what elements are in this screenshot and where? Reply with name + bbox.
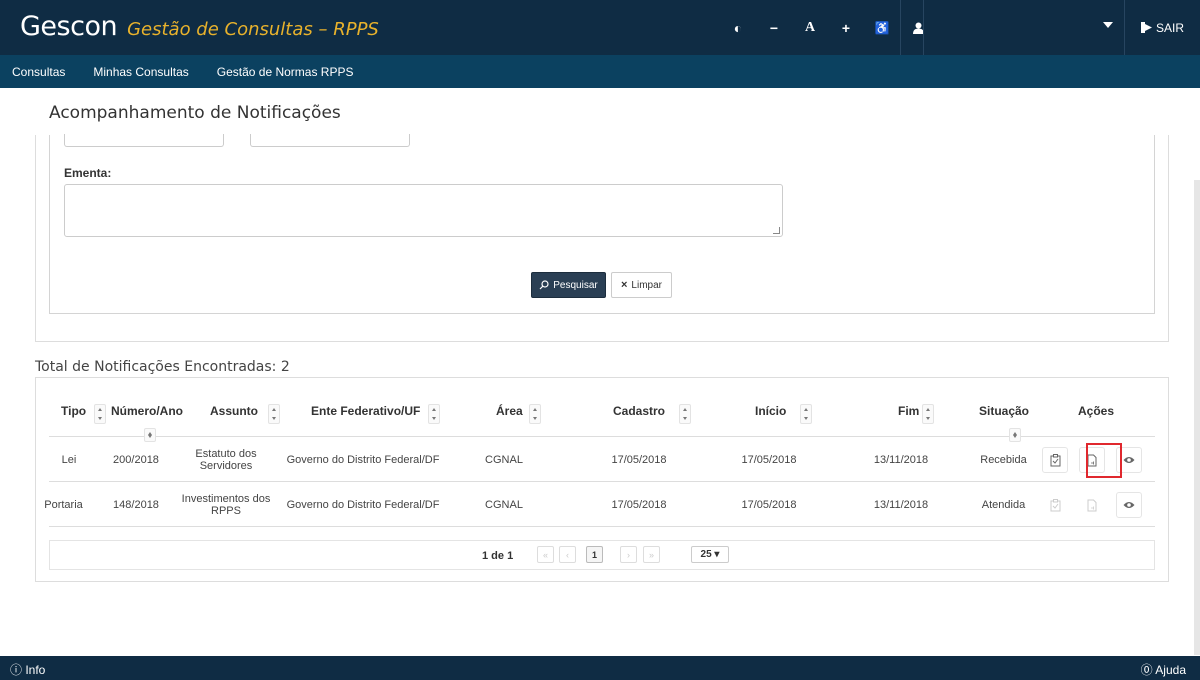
cell-numero: 148/2018 (113, 498, 159, 511)
col-assunto[interactable]: Assunto (210, 404, 258, 418)
pagination: 1 de 1 « ‹ 1 › » 25 ▾ (49, 540, 1155, 570)
first-page-icon: « (537, 546, 554, 563)
logout-button[interactable]: SAIR (1124, 0, 1200, 55)
search-button[interactable]: Pesquisar (531, 272, 606, 298)
resize-handle[interactable] (773, 227, 780, 234)
highlight-box (1086, 443, 1122, 478)
table-row: Portaria 148/2018 Investimentos dos RPPS… (44, 482, 1155, 527)
chevron-down-icon[interactable] (1103, 22, 1113, 28)
col-cadastro[interactable]: Cadastro (613, 404, 665, 418)
accessibility-icon[interactable]: ♿ (864, 0, 900, 55)
user-menu[interactable] (923, 0, 1123, 55)
col-situacao[interactable]: Situação (979, 404, 1029, 418)
help-link[interactable]: ⓪ Ajuda (1141, 661, 1186, 678)
col-ente[interactable]: Ente Federativo/UF (311, 404, 420, 418)
sort-icon[interactable] (268, 404, 280, 424)
filter-input-1[interactable] (64, 134, 224, 147)
page-title: Acompanhamento de Notificações (49, 103, 341, 123)
increase-font-icon[interactable]: + (828, 0, 864, 55)
logout-label: SAIR (1155, 20, 1184, 35)
col-area[interactable]: Área (496, 404, 523, 418)
col-inicio[interactable]: Início (755, 404, 786, 418)
info-link[interactable]: ⓘ Info (10, 661, 45, 678)
cell-area: CGNAL (485, 498, 523, 511)
brand[interactable]: Gescon Gestão de Consultas – RPPS (20, 11, 379, 42)
cell-tipo: Lei (61, 453, 77, 466)
last-page-icon: » (643, 546, 660, 563)
search-form-card: Ementa: Pesquisar × Limpar (35, 134, 1169, 342)
cell-assunto: Investimentos dos RPPS (181, 492, 271, 517)
results-card: Tipo Número/Ano Assunto Ente Federativo/… (35, 377, 1169, 582)
sort-icon[interactable] (428, 404, 440, 424)
search-button-label: Pesquisar (553, 279, 598, 291)
cell-inicio: 17/05/2018 (741, 498, 797, 511)
close-icon: × (620, 279, 628, 291)
cell-ente: Governo do Distrito Federal/DF (286, 453, 440, 466)
ementa-textarea[interactable] (64, 184, 783, 237)
sort-icon[interactable] (679, 404, 691, 424)
footer: ⓘ Info ⓪ Ajuda (0, 656, 1200, 680)
clipboard-check-icon[interactable] (1042, 447, 1068, 473)
table-header: Tipo Número/Ano Assunto Ente Federativo/… (49, 378, 1155, 442)
eye-icon[interactable] (1116, 492, 1142, 518)
page-count-label: 1 de 1 (482, 550, 514, 562)
cell-situacao: Atendida (981, 498, 1026, 511)
accessibility-toolbar: ◐ − A + ♿ (720, 0, 936, 55)
clear-button-label: Limpar (631, 279, 662, 291)
cell-cadastro: 17/05/2018 (611, 453, 667, 466)
filter-input-2[interactable] (250, 134, 410, 147)
logout-icon (1140, 22, 1152, 33)
cell-cadastro: 17/05/2018 (611, 498, 667, 511)
cell-fim: 13/11/2018 (873, 453, 929, 466)
cell-tipo: Portaria (44, 498, 83, 511)
scrollbar[interactable] (1194, 180, 1200, 655)
nav-item-minhas-consultas[interactable]: Minhas Consultas (79, 65, 202, 79)
cell-inicio: 17/05/2018 (741, 453, 797, 466)
col-tipo[interactable]: Tipo (61, 404, 86, 418)
page-size-select[interactable]: 25 ▾ (691, 546, 729, 563)
search-icon (539, 280, 549, 290)
decrease-font-icon[interactable]: − (756, 0, 792, 55)
table-row: Lei 200/2018 Estatuto dos Servidores Gov… (49, 437, 1155, 482)
sort-icon[interactable] (922, 404, 934, 424)
results-total: Total de Notificações Encontradas: 2 (35, 359, 290, 375)
nav-item-consultas[interactable]: Consultas (0, 65, 79, 79)
cell-fim: 13/11/2018 (873, 498, 929, 511)
document-icon (1079, 492, 1105, 518)
col-fim[interactable]: Fim (898, 404, 919, 418)
brand-name: Gescon (20, 11, 118, 42)
prev-page-icon: ‹ (559, 546, 576, 563)
brand-subtitle: Gestão de Consultas – RPPS (127, 19, 379, 40)
font-icon[interactable]: A (792, 0, 828, 55)
clipboard-check-icon (1042, 492, 1068, 518)
sort-icon[interactable] (529, 404, 541, 424)
main-nav: Consultas Minhas Consultas Gestão de Nor… (0, 55, 1200, 88)
top-header: Gescon Gestão de Consultas – RPPS ◐ − A … (0, 0, 1200, 55)
sort-icon[interactable] (94, 404, 106, 424)
search-form: Ementa: Pesquisar × Limpar (49, 134, 1155, 314)
col-numero-ano[interactable]: Número/Ano (111, 404, 186, 418)
cell-assunto: Estatuto dos Servidores (195, 447, 257, 472)
cell-area: CGNAL (485, 453, 523, 466)
contrast-icon[interactable]: ◐ (720, 0, 756, 55)
cell-situacao: Recebida (980, 453, 1027, 466)
cell-numero: 200/2018 (113, 453, 159, 466)
nav-item-gestao-normas[interactable]: Gestão de Normas RPPS (203, 65, 368, 79)
next-page-icon: › (620, 546, 637, 563)
ementa-label: Ementa: (64, 166, 112, 180)
sort-icon[interactable] (800, 404, 812, 424)
cell-ente: Governo do Distrito Federal/DF (286, 498, 440, 511)
clear-button[interactable]: × Limpar (611, 272, 672, 298)
col-acoes: Ações (1078, 404, 1115, 418)
page-button-1[interactable]: 1 (586, 546, 603, 563)
